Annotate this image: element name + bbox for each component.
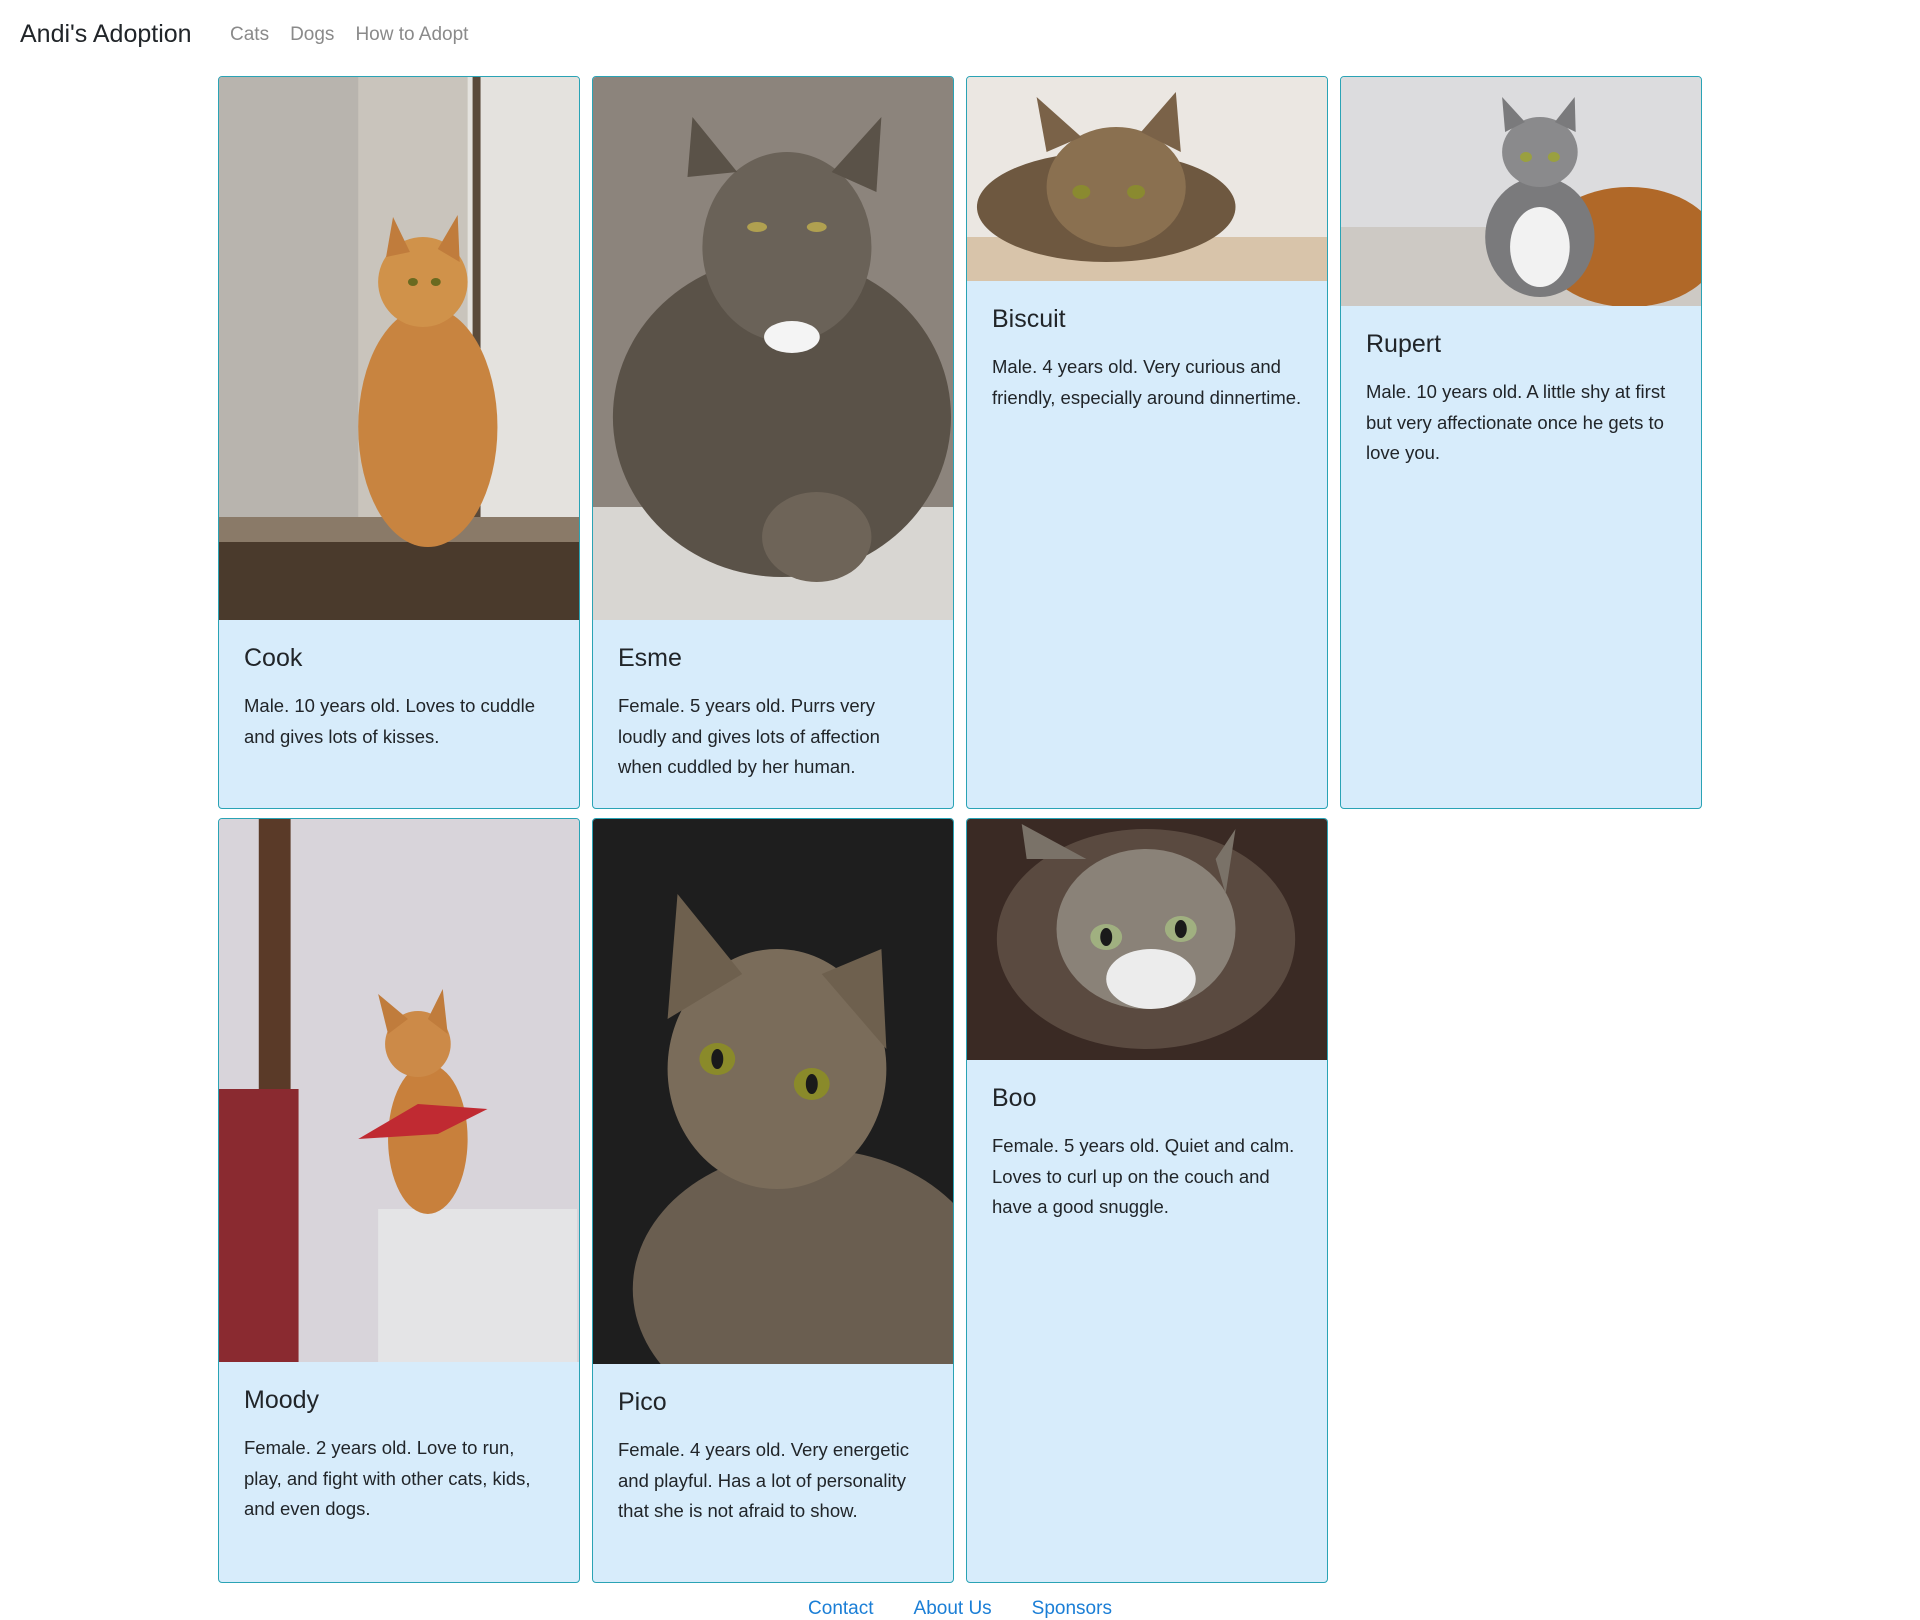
brand-logo[interactable]: Andi's Adoption xyxy=(20,20,192,49)
cat-description: Female. 4 years old. Very energetic and … xyxy=(618,1439,910,1521)
cat-photo xyxy=(1341,77,1701,306)
cat-name: Pico xyxy=(618,1388,667,1416)
cat-card-biscuit[interactable]: Biscuit Male. 4 years old. Very curious … xyxy=(966,76,1328,809)
cat-description: Male. 10 years old. Loves to cuddle and … xyxy=(244,695,536,747)
card-body: Rupert Male. 10 years old. A little shy … xyxy=(1341,306,1701,489)
footer: Contact About Us Sponsors xyxy=(0,1598,1920,1620)
cat-card-pico[interactable]: Pico Female. 4 years old. Very energetic… xyxy=(592,818,954,1583)
footer-link-sponsors[interactable]: Sponsors xyxy=(1032,1598,1112,1620)
cat-description: Female. 2 years old. Love to run, play, … xyxy=(244,1437,531,1519)
cat-card-cook[interactable]: Cook Male. 10 years old. Loves to cuddle… xyxy=(218,76,580,809)
footer-link-contact[interactable]: Contact xyxy=(808,1598,873,1620)
cat-photo xyxy=(593,77,953,620)
cat-name: Boo xyxy=(992,1084,1037,1112)
cat-card-esme[interactable]: Esme Female. 5 years old. Purrs very lou… xyxy=(592,76,954,809)
card-body: Cook Male. 10 years old. Loves to cuddle… xyxy=(219,620,579,772)
nav-link-dogs[interactable]: Dogs xyxy=(290,24,334,46)
navbar: Andi's Adoption Cats Dogs How to Adopt xyxy=(0,0,1920,72)
cat-card-moody[interactable]: Moody Female. 2 years old. Love to run, … xyxy=(218,818,580,1583)
cat-photo xyxy=(967,819,1327,1060)
cat-card-rupert[interactable]: Rupert Male. 10 years old. A little shy … xyxy=(1340,76,1702,809)
cat-name: Rupert xyxy=(1366,330,1442,358)
nav-link-cats[interactable]: Cats xyxy=(230,24,269,46)
card-body: Biscuit Male. 4 years old. Very curious … xyxy=(967,281,1327,433)
nav-links: Cats Dogs How to Adopt xyxy=(230,24,468,46)
card-body: Pico Female. 4 years old. Very energetic… xyxy=(593,1364,953,1547)
footer-link-about-us[interactable]: About Us xyxy=(914,1598,992,1620)
cat-name: Esme xyxy=(618,644,682,672)
cat-photo xyxy=(967,77,1327,281)
cat-description: Male. 4 years old. Very curious and frie… xyxy=(992,356,1302,408)
cat-card-boo[interactable]: Boo Female. 5 years old. Quiet and calm.… xyxy=(966,818,1328,1583)
cat-description: Male. 10 years old. A little shy at firs… xyxy=(1366,381,1666,463)
cat-name: Moody xyxy=(244,1386,320,1414)
cat-name: Biscuit xyxy=(992,305,1066,333)
nav-link-how-to-adopt[interactable]: How to Adopt xyxy=(355,24,468,46)
cat-photo xyxy=(593,819,953,1364)
card-body: Boo Female. 5 years old. Quiet and calm.… xyxy=(967,1060,1327,1243)
card-body: Esme Female. 5 years old. Purrs very lou… xyxy=(593,620,953,803)
cat-photo xyxy=(219,819,579,1362)
cat-name: Cook xyxy=(244,644,303,672)
card-body: Moody Female. 2 years old. Love to run, … xyxy=(219,1362,579,1545)
cat-description: Female. 5 years old. Purrs very loudly a… xyxy=(618,695,880,777)
cat-photo xyxy=(219,77,579,620)
cat-description: Female. 5 years old. Quiet and calm. Lov… xyxy=(992,1135,1295,1217)
